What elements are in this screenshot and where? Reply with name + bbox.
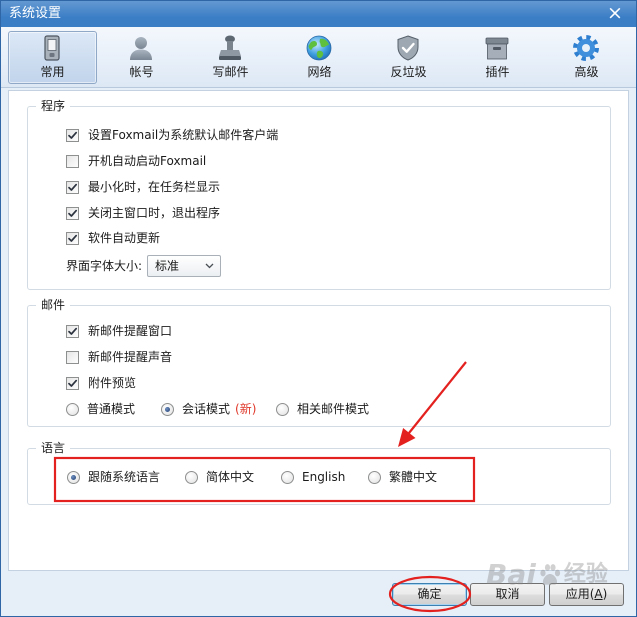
cancel-button[interactable]: 取消 bbox=[470, 583, 545, 606]
option-close-exits[interactable]: 关闭主窗口时，退出程序 bbox=[66, 205, 220, 221]
radio-button[interactable] bbox=[368, 470, 381, 484]
radio-conversation-mode[interactable]: 会话模式 (新) bbox=[161, 401, 256, 417]
radio-button[interactable] bbox=[66, 402, 79, 416]
tab-antispam[interactable]: 反垃圾 bbox=[364, 31, 453, 84]
checkmark-icon bbox=[68, 209, 78, 217]
checkmark-icon bbox=[68, 327, 78, 335]
apply-button[interactable]: 应用(A) bbox=[549, 583, 624, 606]
group-language-title: 语言 bbox=[36, 440, 71, 456]
option-label: 关闭主窗口时，退出程序 bbox=[88, 206, 221, 220]
chevron-down-icon bbox=[205, 263, 214, 269]
radio-label: 普通模式 bbox=[87, 402, 136, 416]
radio-simplified-chinese[interactable]: 简体中文 bbox=[185, 469, 254, 485]
radio-label: English bbox=[302, 470, 346, 484]
group-program-title: 程序 bbox=[36, 98, 71, 114]
tab-advanced-label: 高级 bbox=[574, 65, 599, 79]
antispam-shield-icon bbox=[397, 35, 419, 61]
tab-plugins-label: 插件 bbox=[485, 65, 510, 79]
network-globe-icon bbox=[306, 35, 332, 61]
option-label: 软件自动更新 bbox=[88, 231, 161, 245]
tab-general[interactable]: 常用 bbox=[8, 31, 97, 84]
title-bar[interactable] bbox=[0, 0, 637, 27]
radio-button[interactable] bbox=[67, 470, 80, 484]
tab-general-label: 常用 bbox=[40, 65, 65, 79]
window-title: 系统设置 bbox=[9, 6, 62, 21]
general-icon bbox=[44, 35, 60, 61]
checkbox[interactable] bbox=[66, 128, 79, 142]
tab-advanced[interactable]: 高级 bbox=[542, 31, 631, 84]
checkbox[interactable] bbox=[66, 350, 79, 364]
radio-button[interactable] bbox=[276, 402, 289, 416]
option-default-mail-client[interactable]: 设置Foxmail为系统默认邮件客户端 bbox=[66, 127, 278, 143]
option-attachment-preview[interactable]: 附件预览 bbox=[66, 375, 136, 391]
new-badge: (新) bbox=[235, 402, 257, 416]
tab-network-label: 网络 bbox=[307, 65, 332, 79]
group-mail-title: 邮件 bbox=[36, 297, 71, 313]
option-label: 开机自动启动Foxmail bbox=[88, 154, 207, 168]
radio-related-mail-mode[interactable]: 相关邮件模式 bbox=[276, 401, 369, 417]
option-new-mail-sound[interactable]: 新邮件提醒声音 bbox=[66, 349, 172, 365]
checkmark-icon bbox=[68, 131, 78, 139]
ok-button[interactable]: 确定 bbox=[392, 583, 467, 606]
radio-normal-mode[interactable]: 普通模式 bbox=[66, 401, 135, 417]
account-icon bbox=[130, 37, 152, 60]
checkbox[interactable] bbox=[66, 154, 79, 168]
radio-follow-system-language[interactable]: 跟随系统语言 bbox=[67, 469, 160, 485]
tab-plugins[interactable]: 插件 bbox=[453, 31, 542, 84]
font-size-select[interactable]: 标准 bbox=[147, 255, 221, 277]
tab-account[interactable]: 帐号 bbox=[97, 31, 186, 84]
close-button[interactable]: × bbox=[603, 2, 627, 25]
checkbox[interactable] bbox=[66, 180, 79, 194]
checkbox[interactable] bbox=[66, 376, 79, 390]
checkbox[interactable] bbox=[66, 324, 79, 338]
option-minimize-taskbar[interactable]: 最小化时，在任务栏显示 bbox=[66, 179, 220, 195]
compose-icon bbox=[219, 35, 241, 60]
option-label: 新邮件提醒窗口 bbox=[88, 324, 173, 338]
tab-network[interactable]: 网络 bbox=[275, 31, 364, 84]
radio-label: 跟随系统语言 bbox=[88, 470, 161, 484]
tab-compose[interactable]: 写邮件 bbox=[186, 31, 275, 84]
tab-account-label: 帐号 bbox=[129, 65, 154, 79]
option-label: 附件预览 bbox=[88, 376, 137, 390]
option-label: 最小化时，在任务栏显示 bbox=[88, 180, 221, 194]
option-label: 新邮件提醒声音 bbox=[88, 350, 173, 364]
checkmark-icon bbox=[68, 234, 78, 242]
checkbox[interactable] bbox=[66, 206, 79, 220]
font-size-value: 标准 bbox=[155, 259, 180, 273]
close-icon: × bbox=[607, 2, 623, 24]
radio-traditional-chinese[interactable]: 繁體中文 bbox=[368, 469, 437, 485]
checkbox[interactable] bbox=[66, 231, 79, 245]
advanced-gear-icon bbox=[573, 35, 599, 61]
option-label: 设置Foxmail为系统默认邮件客户端 bbox=[88, 128, 279, 142]
option-autostart[interactable]: 开机自动启动Foxmail bbox=[66, 153, 206, 169]
option-auto-update[interactable]: 软件自动更新 bbox=[66, 230, 160, 246]
tab-antispam-label: 反垃圾 bbox=[390, 65, 427, 79]
tab-compose-label: 写邮件 bbox=[212, 65, 249, 79]
font-size-label: 界面字体大小: bbox=[66, 259, 143, 273]
radio-label: 简体中文 bbox=[206, 470, 255, 484]
radio-button[interactable] bbox=[161, 402, 174, 416]
radio-english[interactable]: English bbox=[281, 469, 345, 485]
option-new-mail-popup[interactable]: 新邮件提醒窗口 bbox=[66, 323, 172, 339]
radio-button[interactable] bbox=[281, 470, 294, 484]
radio-label: 相关邮件模式 bbox=[297, 402, 370, 416]
plugin-box-icon bbox=[485, 37, 509, 60]
checkmark-icon bbox=[68, 379, 78, 387]
radio-label: 会话模式 bbox=[182, 402, 231, 416]
checkmark-icon bbox=[68, 183, 78, 191]
radio-label: 繁體中文 bbox=[389, 470, 438, 484]
radio-button[interactable] bbox=[185, 470, 198, 484]
